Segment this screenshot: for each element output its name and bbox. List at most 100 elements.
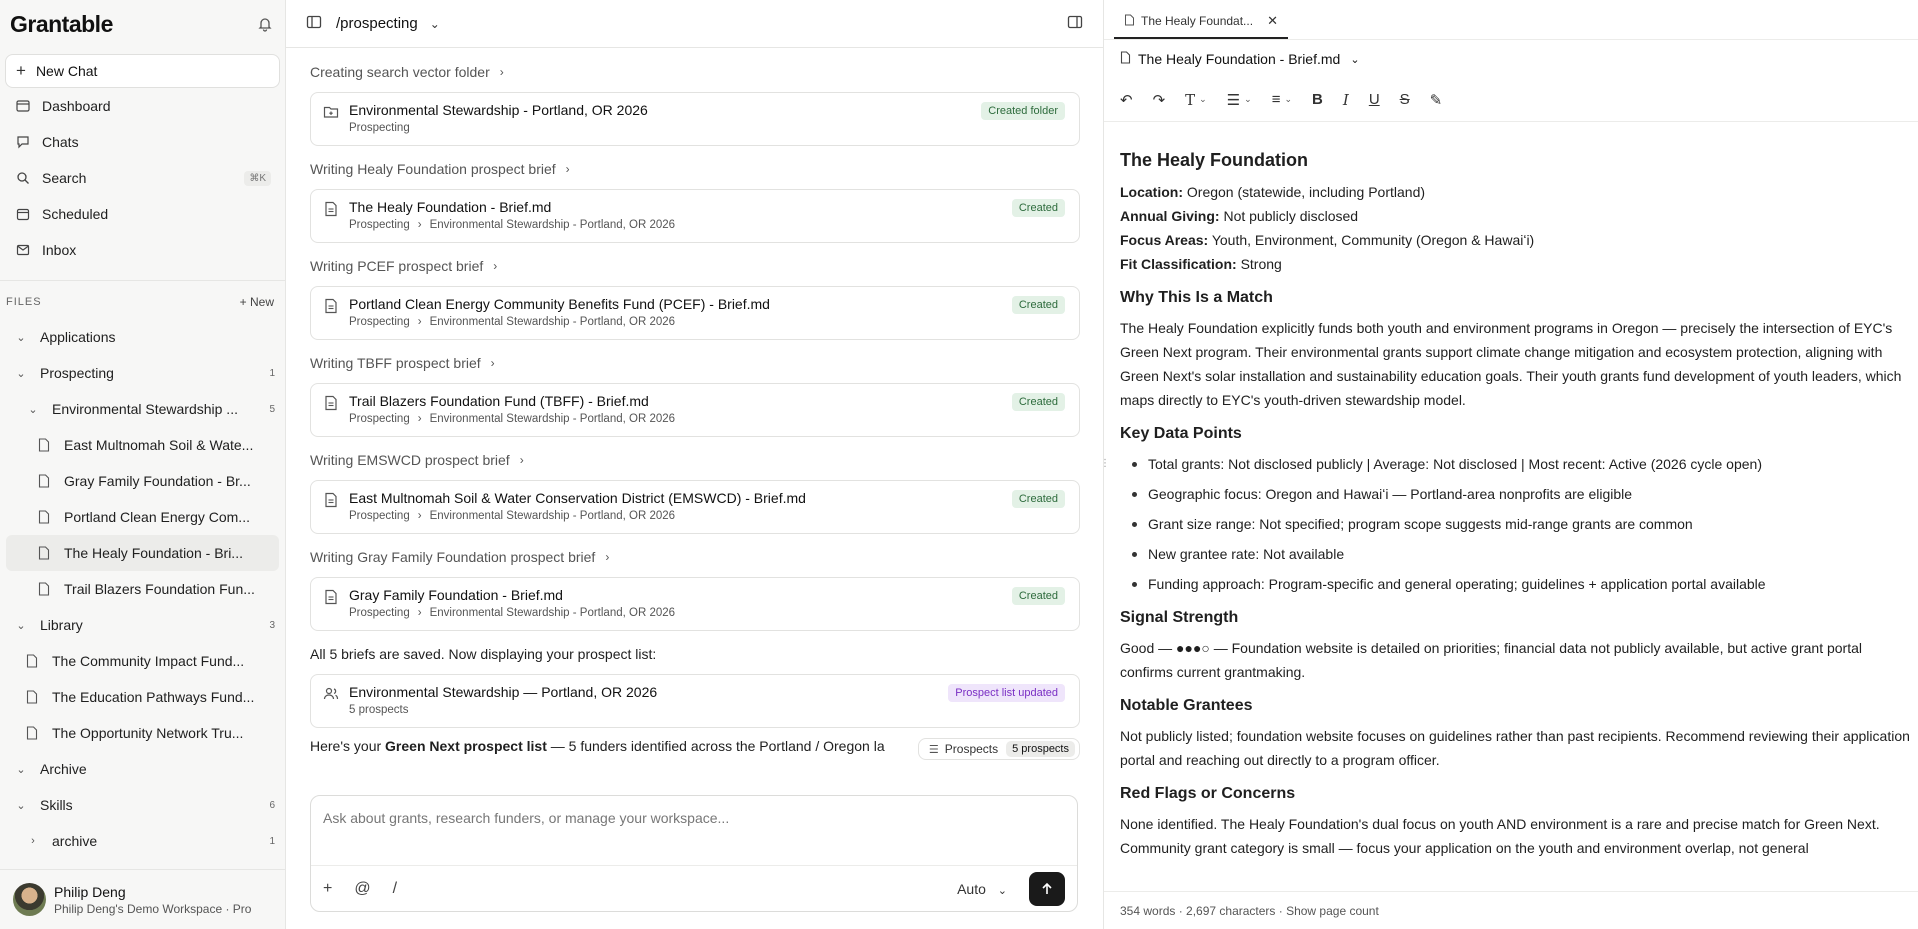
- italic-icon[interactable]: I: [1343, 91, 1349, 109]
- file-item[interactable]: The Community Impact Fund...: [0, 643, 285, 679]
- folder-item[interactable]: ⌄ Library 3: [0, 607, 285, 643]
- folder-item[interactable]: ⌄ Skills 6: [0, 787, 285, 823]
- redo-icon[interactable]: ↷: [1153, 91, 1166, 109]
- document-title[interactable]: The Healy Foundation - Brief.md: [1138, 51, 1340, 67]
- add-icon[interactable]: +: [323, 880, 332, 898]
- tool-step[interactable]: Writing Healy Foundation prospect brief ›: [310, 156, 1080, 182]
- send-button[interactable]: [1029, 871, 1065, 906]
- list-icon[interactable]: ☰ ⌄: [1227, 91, 1252, 109]
- kv-key: Location:: [1120, 184, 1183, 200]
- chevron-down-icon[interactable]: ⌄: [14, 331, 28, 344]
- sidebar-item-dashboard[interactable]: Dashboard: [0, 88, 285, 124]
- chevron-down-icon[interactable]: ⌄: [14, 799, 28, 812]
- chevron-down-icon[interactable]: ⌄: [14, 619, 28, 632]
- chevron-down-icon[interactable]: ⌄: [14, 763, 28, 776]
- tool-step[interactable]: Creating search vector folder ›: [310, 59, 1080, 85]
- count-badge: 1: [269, 367, 275, 379]
- bold-icon[interactable]: B: [1312, 91, 1323, 108]
- sidebar-item-label: Chats: [42, 134, 79, 150]
- tab-document[interactable]: The Healy Foundat... ✕: [1114, 5, 1288, 39]
- chat-composer[interactable]: Ask about grants, research funders, or m…: [310, 795, 1078, 912]
- people-icon: [323, 686, 339, 702]
- file-item[interactable]: East Multnomah Soil & Wate...: [0, 427, 285, 463]
- file-card[interactable]: Environmental Stewardship - Portland, OR…: [310, 92, 1080, 146]
- tree-item-label: The Healy Foundation - Bri...: [64, 545, 243, 561]
- chevron-right-icon[interactable]: ›: [26, 835, 40, 847]
- user-profile[interactable]: Philip Deng Philip Deng's Demo Workspace…: [0, 869, 285, 929]
- file-card-title: Trail Blazers Foundation Fund (TBFF) - B…: [349, 393, 649, 409]
- file-item[interactable]: Portland Clean Energy Com...: [0, 499, 285, 535]
- file-card[interactable]: The Healy Foundation - Brief.md Prospecti…: [310, 189, 1080, 243]
- new-chat-label: New Chat: [35, 63, 98, 79]
- files-new-button[interactable]: + New: [240, 295, 274, 309]
- section-heading-data: Key Data Points: [1120, 425, 1242, 442]
- bell-icon[interactable]: [255, 14, 275, 34]
- folder-item[interactable]: ⌄ Environmental Stewardship ... 5: [0, 391, 285, 427]
- sidebar-item-search[interactable]: Search ⌘K: [0, 160, 285, 196]
- strikethrough-icon[interactable]: S: [1400, 91, 1410, 108]
- undo-icon[interactable]: ↶: [1120, 91, 1133, 109]
- file-item[interactable]: The Opportunity Network Tru...: [0, 715, 285, 751]
- document-editor: The Healy Foundat... ✕ The Healy Foundat…: [1104, 0, 1918, 929]
- sidebar-item-label: Search: [42, 170, 87, 186]
- prospect-list-card[interactable]: Environmental Stewardship — Portland, OR…: [310, 674, 1080, 728]
- folder-item[interactable]: ⌄ Archive: [0, 751, 285, 787]
- file-card-title: Gray Family Foundation - Brief.md: [349, 587, 563, 603]
- sidebar-item-inbox[interactable]: Inbox: [0, 232, 285, 268]
- composer-placeholder: Ask about grants, research funders, or m…: [323, 810, 730, 826]
- file-item[interactable]: The Education Pathways Fund...: [0, 679, 285, 715]
- editor-footer: 354 words · 2,697 characters · Show page…: [1104, 891, 1918, 929]
- status-badge: Prospect list updated: [948, 684, 1065, 702]
- chevron-down-icon[interactable]: ⌄: [26, 403, 40, 416]
- new-chat-button[interactable]: + New Chat: [5, 54, 280, 88]
- count-badge: 6: [269, 799, 275, 811]
- toggle-panel-icon[interactable]: [1067, 14, 1083, 33]
- resize-handle[interactable]: ⋮: [1100, 458, 1110, 469]
- document-content[interactable]: The Healy Foundation Location: Oregon (s…: [1120, 148, 1910, 888]
- folder-item[interactable]: ⌄ Prospecting 1: [0, 355, 285, 391]
- kv-key: Fit Classification:: [1120, 256, 1237, 272]
- folder-item[interactable]: › archive 1: [0, 823, 285, 859]
- file-card-path: Prospecting › Environmental Stewardship - …: [349, 607, 1079, 619]
- file-card[interactable]: Portland Clean Energy Community Benefits…: [310, 286, 1080, 340]
- mention-icon[interactable]: @: [354, 880, 370, 898]
- tool-step[interactable]: Writing Gray Family Foundation prospect …: [310, 544, 1080, 570]
- data-points-list: Total grants: Not disclosed publicly | A…: [1120, 452, 1910, 596]
- status-badge: Created: [1011, 587, 1065, 605]
- tool-step[interactable]: Writing TBFF prospect brief ›: [310, 350, 1080, 376]
- chat-path[interactable]: /prospecting: [336, 15, 418, 32]
- breadcrumb-separator: ›: [417, 316, 422, 328]
- chevron-down-icon[interactable]: ⌄: [430, 17, 440, 31]
- file-card[interactable]: East Multnomah Soil & Water Conservation…: [310, 480, 1080, 534]
- file-card[interactable]: Gray Family Foundation - Brief.md Prospec…: [310, 577, 1080, 631]
- file-item[interactable]: Trail Blazers Foundation Fun...: [0, 571, 285, 607]
- tree-item-label: Prospecting: [40, 365, 114, 381]
- tree-item-label: archive: [52, 833, 98, 849]
- sidebar-item-chats[interactable]: Chats: [0, 124, 285, 160]
- file-item[interactable]: Gray Family Foundation - Br...: [0, 463, 285, 499]
- align-icon[interactable]: ≡ ⌄: [1272, 91, 1292, 108]
- doc-heading: The Healy Foundation: [1120, 150, 1309, 170]
- breadcrumb: Environmental Stewardship - Portland, OR…: [429, 413, 676, 425]
- underline-icon[interactable]: U: [1369, 91, 1380, 108]
- highlight-icon[interactable]: ✎: [1430, 91, 1443, 109]
- kv-value: Oregon (statewide, including Portland): [1183, 184, 1426, 200]
- sidebar-item-scheduled[interactable]: Scheduled: [0, 196, 285, 232]
- chat-messages: Creating search vector folder › Environmen…: [310, 56, 1080, 764]
- text-style-icon[interactable]: T ⌄: [1185, 91, 1207, 109]
- folder-item[interactable]: ⌄ Applications: [0, 319, 285, 355]
- prospects-pill[interactable]: ☰ Prospects 5 prospects: [917, 738, 1080, 760]
- final-message-bold: Green Next prospect list: [385, 738, 547, 754]
- chevron-down-icon[interactable]: ⌄: [1350, 53, 1359, 66]
- tool-step[interactable]: Writing EMSWCD prospect brief ›: [310, 447, 1080, 473]
- slash-command-icon[interactable]: /: [393, 880, 397, 898]
- close-icon[interactable]: ✕: [1267, 13, 1278, 29]
- chevron-down-icon[interactable]: ⌄: [14, 367, 28, 380]
- model-select[interactable]: Auto ⌄: [957, 881, 1007, 897]
- tool-step[interactable]: Writing PCEF prospect brief ›: [310, 253, 1080, 279]
- toggle-sidebar-icon[interactable]: [306, 14, 322, 33]
- breadcrumb: Environmental Stewardship - Portland, OR…: [429, 219, 676, 231]
- key-value-line: Annual Giving: Not publicly disclosed: [1120, 204, 1910, 228]
- file-item[interactable]: The Healy Foundation - Bri...: [6, 535, 279, 571]
- file-card[interactable]: Trail Blazers Foundation Fund (TBFF) - B…: [310, 383, 1080, 437]
